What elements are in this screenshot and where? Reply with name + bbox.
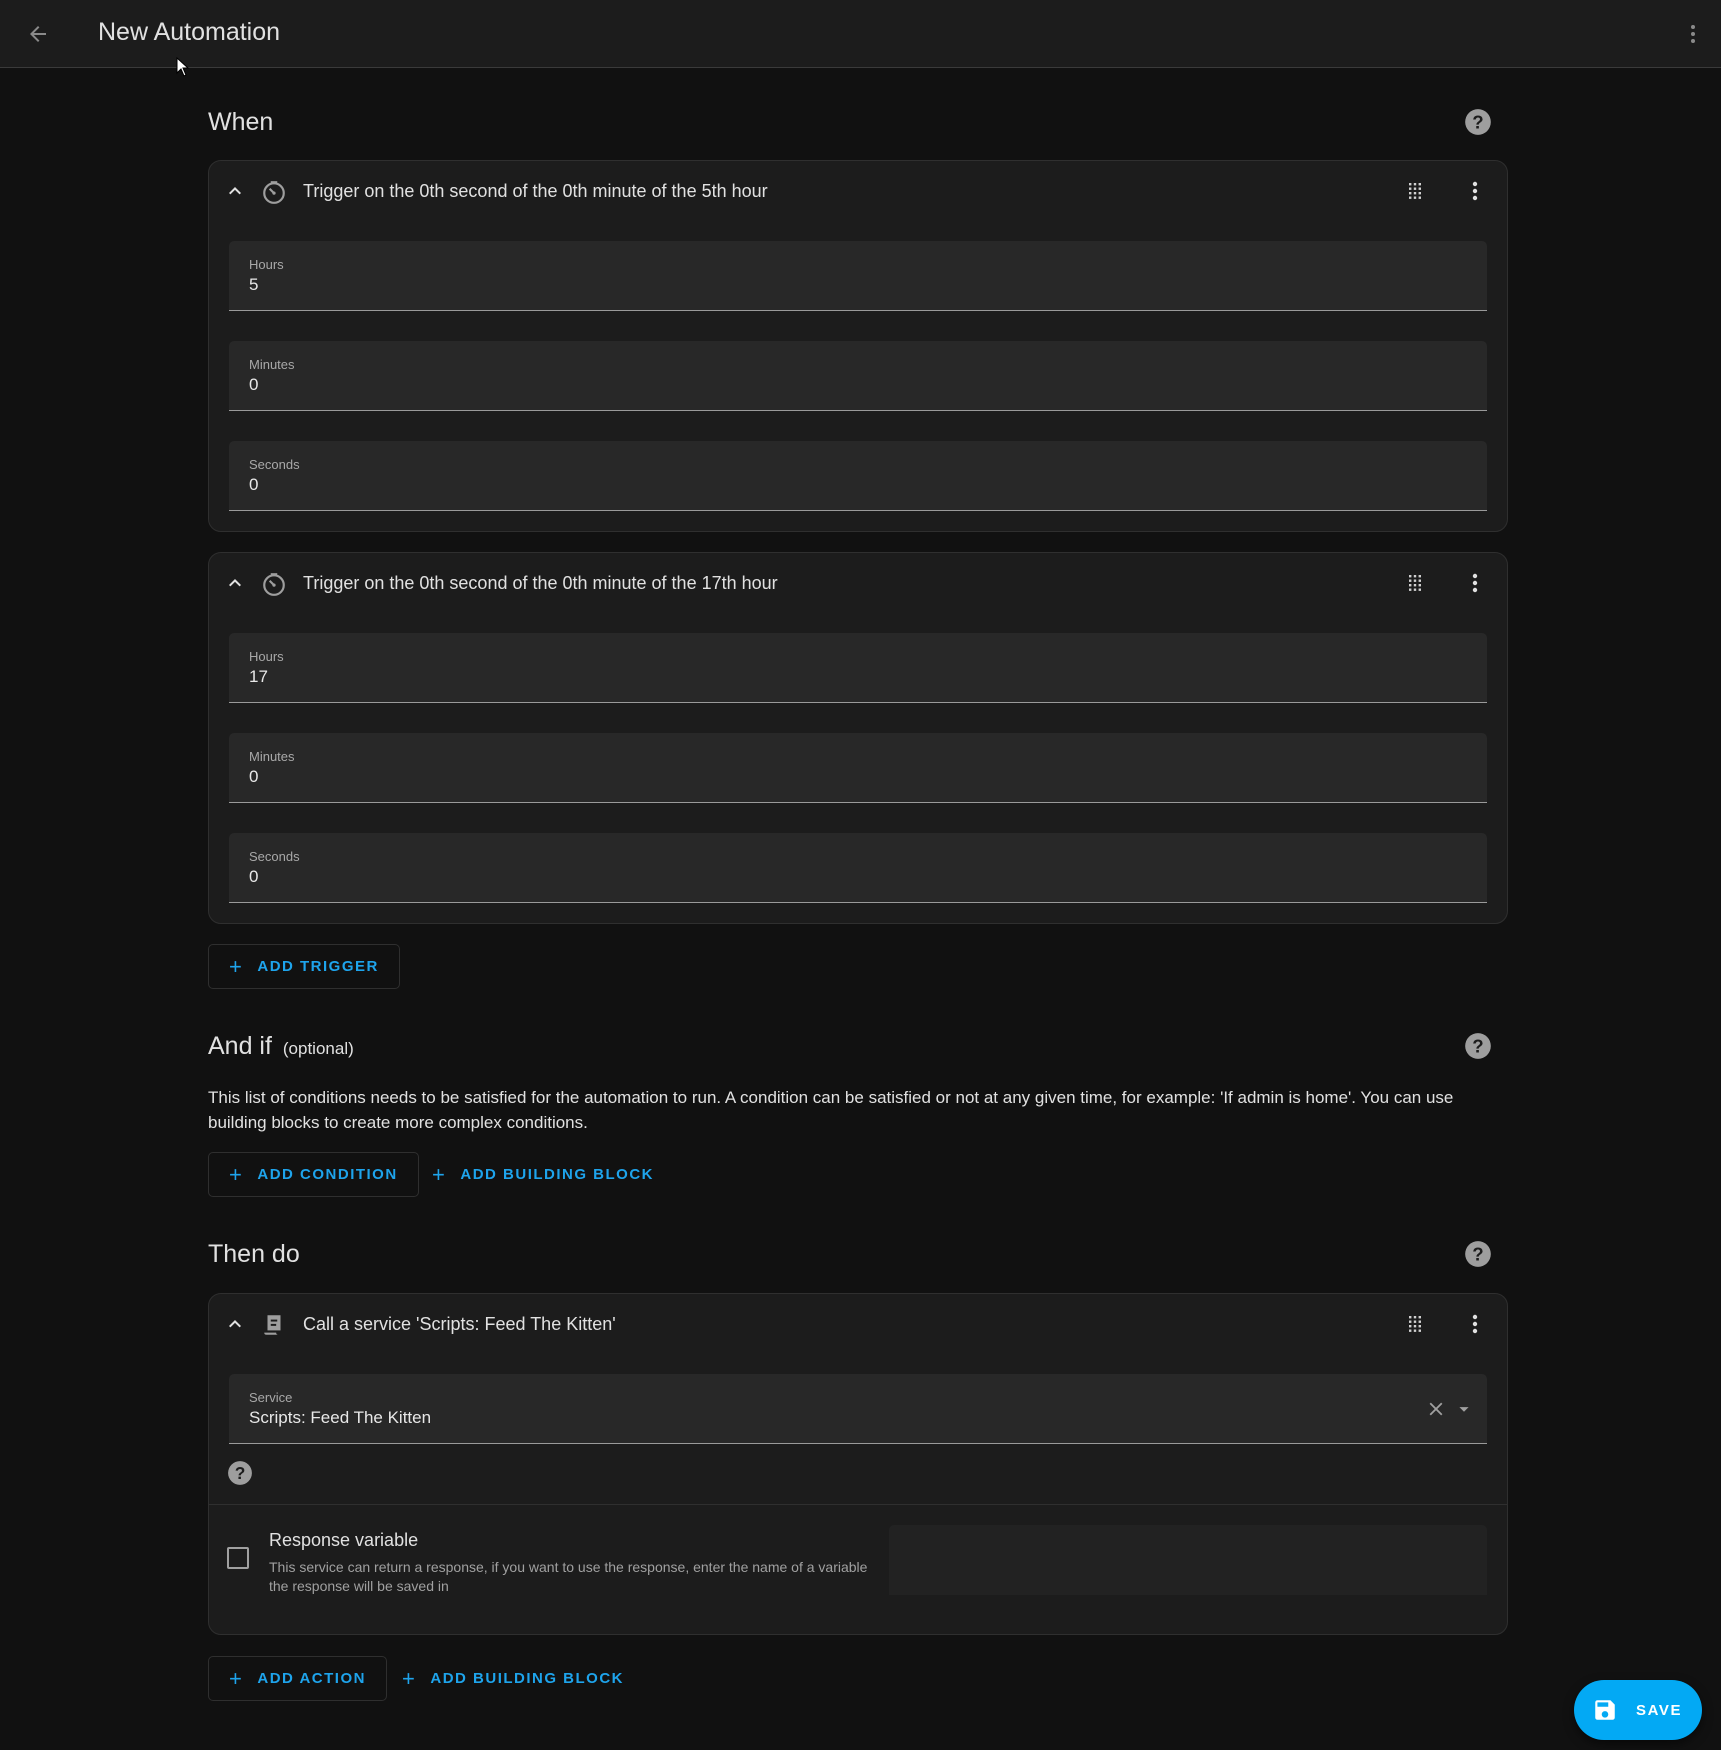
chevron-up-icon[interactable] <box>223 179 247 203</box>
response-variable-label: Response variable <box>269 1530 419 1550</box>
when-title: When <box>208 108 274 136</box>
chevron-up-icon[interactable] <box>223 571 247 595</box>
mouse-cursor-icon <box>176 57 190 77</box>
optional-label: (optional) <box>282 1039 354 1058</box>
trigger-card: Trigger on the 0th second of the 0th min… <box>208 160 1508 532</box>
trigger-card-header[interactable]: Trigger on the 0th second of the 0th min… <box>209 161 1507 221</box>
help-circle-icon[interactable]: ? <box>227 1460 253 1486</box>
seconds-field[interactable]: Seconds 0 <box>229 441 1487 511</box>
plus-icon: + <box>432 1161 447 1187</box>
minutes-field[interactable]: Minutes 0 <box>229 733 1487 803</box>
back-button[interactable] <box>22 18 54 50</box>
service-value[interactable]: Scripts: Feed The Kitten <box>249 1408 1429 1428</box>
add-action-button[interactable]: + ADD ACTION <box>208 1656 387 1701</box>
minutes-label: Minutes <box>249 357 295 372</box>
seconds-label: Seconds <box>249 849 300 864</box>
action-card-header[interactable]: Call a service 'Scripts: Feed The Kitten… <box>209 1294 1507 1354</box>
hours-value[interactable]: 17 <box>249 667 1429 687</box>
help-circle-icon[interactable]: ? <box>1464 1032 1492 1060</box>
menu-down-icon[interactable] <box>1453 1398 1475 1420</box>
hours-label: Hours <box>249 649 284 664</box>
timer-clock-icon <box>263 181 285 204</box>
minutes-label: Minutes <box>249 749 295 764</box>
minutes-value[interactable]: 0 <box>249 375 1429 395</box>
save-label: SAVE <box>1636 1701 1683 1719</box>
trigger-card: Trigger on the 0th second of the 0th min… <box>208 552 1508 924</box>
help-circle-icon[interactable]: ? <box>1464 108 1492 136</box>
and-if-title: And if (optional) <box>208 1032 354 1061</box>
hours-value[interactable]: 5 <box>249 275 1429 295</box>
plus-icon: + <box>229 953 244 979</box>
script-icon <box>264 1315 281 1335</box>
conditions-description: This list of conditions needs to be sati… <box>208 1088 1454 1132</box>
svg-text:?: ? <box>1472 1243 1483 1264</box>
service-label: Service <box>249 1390 293 1405</box>
add-condition-label: ADD CONDITION <box>257 1166 398 1183</box>
add-building-block-label: ADD BUILDING BLOCK <box>460 1166 655 1183</box>
hours-field[interactable]: Hours 17 <box>229 633 1487 703</box>
dots-vertical-icon[interactable] <box>1463 179 1487 203</box>
close-icon[interactable] <box>1425 1398 1447 1420</box>
trigger-title: Trigger on the 0th second of the 0th min… <box>303 573 778 593</box>
when-section-header: When ? <box>208 108 1508 148</box>
timer-clock-icon <box>263 573 285 596</box>
svg-text:?: ? <box>1472 1035 1483 1056</box>
response-variable-input[interactable] <box>889 1525 1487 1595</box>
response-variable-checkbox[interactable] <box>227 1547 249 1569</box>
seconds-field[interactable]: Seconds 0 <box>229 833 1487 903</box>
dots-vertical-icon[interactable] <box>1463 1312 1487 1336</box>
plus-icon: + <box>229 1161 244 1187</box>
svg-text:?: ? <box>1472 111 1483 132</box>
add-trigger-button[interactable]: + ADD TRIGGER <box>208 944 400 989</box>
add-condition-building-block-button[interactable]: + ADD BUILDING BLOCK <box>432 1152 654 1197</box>
plus-icon: + <box>229 1665 244 1691</box>
plus-icon: + <box>402 1665 417 1691</box>
dots-vertical-icon <box>1691 25 1695 43</box>
trigger-card-header[interactable]: Trigger on the 0th second of the 0th min… <box>209 553 1507 613</box>
chevron-up-icon[interactable] <box>223 1312 247 1336</box>
and-if-title-text: And if <box>208 1032 272 1060</box>
page-title: New Automation <box>98 18 281 46</box>
then-do-section-header: Then do ? <box>208 1240 1508 1280</box>
content-save-icon <box>1595 1700 1615 1720</box>
arrow-left-icon <box>30 26 46 42</box>
add-trigger-label: ADD TRIGGER <box>257 958 379 975</box>
svg-text:?: ? <box>235 1463 246 1483</box>
overflow-menu-button[interactable] <box>1677 18 1709 50</box>
add-building-block-label: ADD BUILDING BLOCK <box>430 1670 625 1687</box>
hours-label: Hours <box>249 257 284 272</box>
dots-vertical-icon[interactable] <box>1463 571 1487 595</box>
seconds-label: Seconds <box>249 457 300 472</box>
minutes-value[interactable]: 0 <box>249 767 1429 787</box>
add-condition-button[interactable]: + ADD CONDITION <box>208 1152 419 1197</box>
action-title: Call a service 'Scripts: Feed The Kitten… <box>303 1314 616 1334</box>
service-select[interactable]: Service Scripts: Feed The Kitten <box>229 1374 1487 1444</box>
add-action-building-block-button[interactable]: + ADD BUILDING BLOCK <box>402 1656 624 1701</box>
divider <box>209 1504 1507 1505</box>
add-action-label: ADD ACTION <box>257 1670 366 1687</box>
top-app-bar: New Automation <box>0 0 1721 68</box>
and-if-section-header: And if (optional) ? <box>208 1032 1508 1072</box>
seconds-value[interactable]: 0 <box>249 867 1429 887</box>
drag-handle-icon[interactable] <box>1403 179 1427 203</box>
trigger-title: Trigger on the 0th second of the 0th min… <box>303 181 768 201</box>
hours-field[interactable]: Hours 5 <box>229 241 1487 311</box>
drag-handle-icon[interactable] <box>1403 1312 1427 1336</box>
response-variable-description: This service can return a response, if y… <box>269 1559 868 1594</box>
save-button[interactable]: SAVE <box>1574 1680 1702 1740</box>
seconds-value[interactable]: 0 <box>249 475 1429 495</box>
drag-handle-icon[interactable] <box>1403 571 1427 595</box>
help-circle-icon[interactable]: ? <box>1464 1240 1492 1268</box>
then-do-title: Then do <box>208 1240 300 1268</box>
action-card: Call a service 'Scripts: Feed The Kitten… <box>208 1293 1508 1635</box>
minutes-field[interactable]: Minutes 0 <box>229 341 1487 411</box>
